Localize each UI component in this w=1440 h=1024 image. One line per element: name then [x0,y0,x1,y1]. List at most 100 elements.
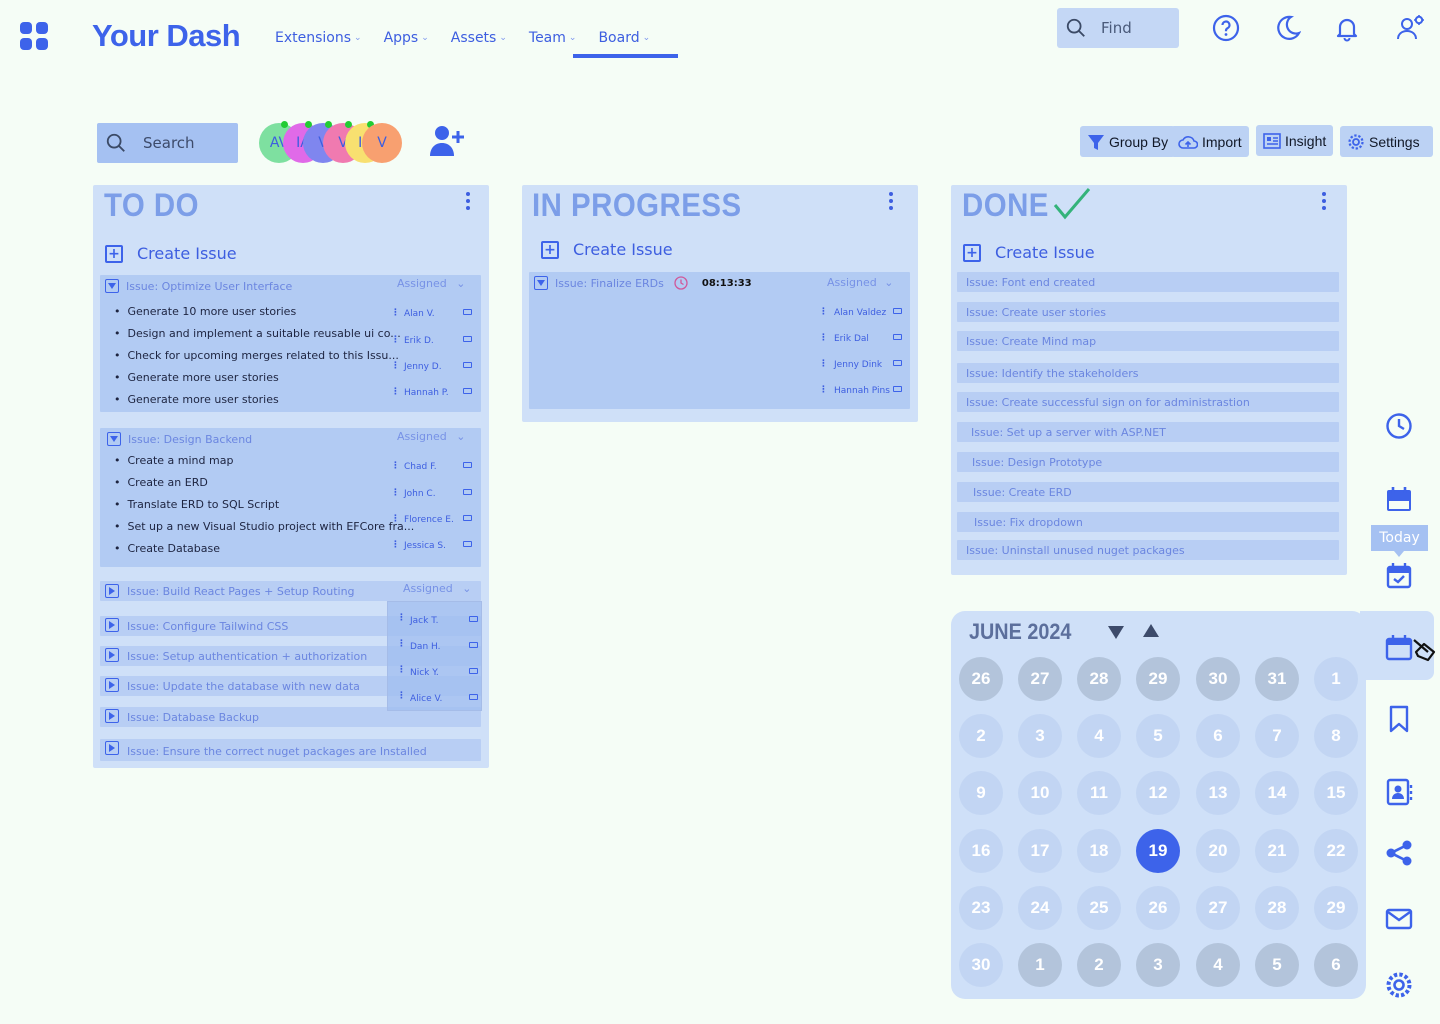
calendar-day[interactable]: 17 [1018,829,1062,873]
comment-icon[interactable] [469,694,478,700]
assigned-dropdown[interactable]: Assigned ⌄ [397,430,465,443]
assigned-dropdown[interactable]: Assigned ⌄ [403,582,471,595]
more-vertical-icon[interactable]: ⋮ [391,361,400,371]
collapsed-issue[interactable]: Issue: Ensure the correct nuget packages… [100,739,481,761]
column-menu-icon[interactable] [465,192,471,210]
moon-icon[interactable] [1273,14,1301,42]
calendar-day[interactable]: 28 [1077,657,1121,701]
calendar-day[interactable]: 4 [1077,714,1121,758]
nav-apps[interactable]: Apps ⌄ [384,28,429,48]
done-issue[interactable]: Issue: Create user stories [957,302,1339,322]
assignee-name[interactable]: Nick Y. [410,668,439,678]
calendar-day[interactable]: 14 [1255,771,1299,815]
comment-icon[interactable] [463,362,472,368]
calendar-day[interactable]: 12 [1136,771,1180,815]
done-issue[interactable]: Issue: Font end created [957,272,1339,292]
calendar-day[interactable]: 27 [1018,657,1062,701]
done-issue[interactable]: Issue: Uninstall unused nuget packages [957,540,1339,560]
gear-icon[interactable] [1385,971,1413,999]
expand-toggle-icon[interactable] [105,648,119,662]
done-issue[interactable]: Issue: Create ERD [957,482,1339,502]
comment-icon[interactable] [893,360,902,366]
calendar-day[interactable]: 28 [1255,886,1299,930]
more-vertical-icon[interactable]: ⋮ [397,613,406,623]
calendar-day[interactable]: 20 [1196,829,1240,873]
calendar-day[interactable]: 7 [1255,714,1299,758]
nav-board[interactable]: Board ⌄ [573,28,678,58]
assigned-dropdown[interactable]: Assigned ⌄ [397,277,465,290]
more-vertical-icon[interactable]: ⋮ [391,387,400,397]
mail-icon[interactable] [1385,905,1413,933]
share-icon[interactable] [1385,839,1413,867]
column-menu-icon[interactable] [888,192,894,210]
calendar-day[interactable]: 1 [1018,943,1062,987]
more-vertical-icon[interactable]: ⋮ [391,308,400,318]
assignee-name[interactable]: Alice V. [410,694,442,704]
comment-icon[interactable] [893,308,902,314]
calendar-day[interactable]: 24 [1018,886,1062,930]
insight-button[interactable]: Insight [1256,125,1334,156]
group-by-button[interactable]: Group By [1080,126,1176,157]
avatar[interactable]: V [362,123,402,163]
done-issue[interactable]: Issue: Create Mind map [957,331,1339,351]
done-issue[interactable]: Issue: Design Prototype [957,452,1339,472]
expand-toggle-icon[interactable] [105,618,119,632]
calendar-day[interactable]: 30 [1196,657,1240,701]
help-icon[interactable] [1212,14,1240,42]
issue-card[interactable]: Issue: Optimize User Interface Assigned … [100,275,481,412]
column-menu-icon[interactable] [1321,192,1327,210]
calendar-day[interactable]: 2 [1077,943,1121,987]
board-search-input[interactable]: Search [97,123,238,163]
comment-icon[interactable] [463,489,472,495]
done-issue[interactable]: Issue: Set up a server with ASP.NET [957,422,1339,442]
comment-icon[interactable] [893,334,902,340]
more-vertical-icon[interactable]: ⋮ [397,691,406,701]
more-vertical-icon[interactable]: ⋮ [397,639,406,649]
calendar-day[interactable]: 5 [1255,943,1299,987]
calendar-day[interactable]: 1 [1314,657,1358,701]
collapsed-issue[interactable]: Issue: Build React Pages + Setup Routing… [100,581,481,601]
done-issue[interactable]: Issue: Identify the stakeholders [957,363,1339,383]
assigned-dropdown[interactable]: Assigned ⌄ [827,276,893,289]
more-vertical-icon[interactable]: ⋮ [819,359,828,369]
calendar-day[interactable]: 18 [1077,829,1121,873]
calendar-day[interactable]: 25 [1077,886,1121,930]
contacts-icon[interactable] [1385,778,1413,806]
more-vertical-icon[interactable]: ⋮ [819,385,828,395]
calendar-day[interactable]: 8 [1314,714,1358,758]
add-user-icon[interactable] [430,123,466,157]
assignee-name[interactable]: Dan H. [410,642,440,652]
comment-icon[interactable] [469,616,478,622]
bookmark-icon[interactable] [1385,705,1413,733]
calendar-day[interactable]: 3 [1136,943,1180,987]
done-issue[interactable]: Issue: Fix dropdown [957,512,1339,532]
comment-icon[interactable] [463,388,472,394]
calendar-day[interactable]: 26 [959,657,1003,701]
calendar-check-icon[interactable] [1385,562,1413,590]
calendar-day[interactable]: 13 [1196,771,1240,815]
user-settings-icon[interactable] [1396,14,1424,42]
expand-toggle-icon[interactable] [105,584,119,598]
calendar-day[interactable]: 6 [1314,943,1358,987]
expand-toggle-icon[interactable] [105,678,119,692]
calendar-day[interactable]: 31 [1255,657,1299,701]
more-vertical-icon[interactable]: ⋮ [391,335,400,345]
comment-icon[interactable] [469,642,478,648]
issue-card[interactable]: Issue: Design Backend Assigned ⌄ • Creat… [100,428,481,567]
calendar-day[interactable]: 9 [959,771,1003,815]
comment-icon[interactable] [463,462,472,468]
comment-icon[interactable] [469,668,478,674]
more-vertical-icon[interactable]: ⋮ [391,514,400,524]
calendar-day[interactable]: 10 [1018,771,1062,815]
create-issue-button[interactable]: + Create Issue [541,240,673,259]
expand-toggle-icon[interactable] [105,741,119,755]
import-button[interactable]: Import [1171,126,1249,157]
calendar-day[interactable]: 26 [1136,886,1180,930]
calendar-day[interactable]: 2 [959,714,1003,758]
comment-icon[interactable] [463,515,472,521]
next-month-icon[interactable] [1108,626,1124,639]
more-vertical-icon[interactable]: ⋮ [391,540,400,550]
collapse-toggle-icon[interactable] [105,279,119,293]
comment-icon[interactable] [463,336,472,342]
settings-button[interactable]: Settings [1340,126,1433,157]
